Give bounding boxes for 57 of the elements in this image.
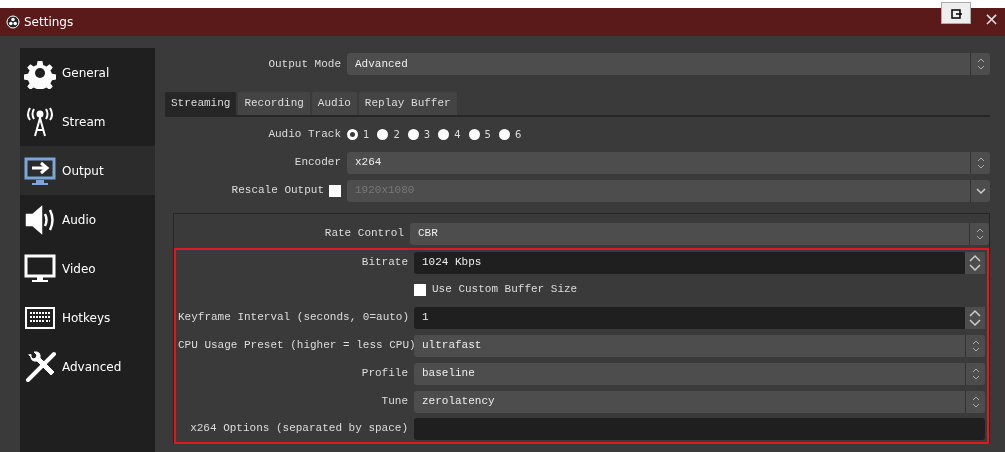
- sidebar-item[interactable]: Hotkeys: [20, 293, 155, 342]
- window-button[interactable]: [941, 2, 971, 24]
- exit-icon: [951, 9, 963, 19]
- antenna-icon: [24, 105, 56, 138]
- radio-option[interactable]: 1: [347, 127, 370, 142]
- up-down-arrows-icon: [971, 367, 980, 380]
- field-label: Output Mode: [267, 56, 342, 72]
- tab[interactable]: Streaming: [165, 92, 237, 115]
- checkbox-label: Use Custom Buffer Size: [432, 282, 578, 298]
- field-label: Profile: [360, 366, 409, 382]
- up-down-arrows-icon: [968, 308, 982, 327]
- up-down-arrows-icon: [971, 395, 980, 408]
- speaker-icon: [24, 203, 56, 236]
- close-button[interactable]: ×: [979, 10, 1003, 28]
- tab[interactable]: Audio: [311, 92, 357, 115]
- dropdown-field[interactable]: x264: [347, 151, 990, 174]
- up-down-arrows-icon: [976, 58, 985, 70]
- up-down-arrows-icon: [968, 253, 982, 272]
- dropdown-field[interactable]: Advanced: [347, 53, 990, 75]
- sidebar-item[interactable]: Output: [20, 146, 155, 195]
- dropdown-field[interactable]: CBR: [410, 222, 989, 245]
- radio-option[interactable]: 4: [438, 127, 461, 142]
- radio-option[interactable]: 2: [377, 127, 400, 142]
- field-label: Rescale Output: [231, 183, 324, 199]
- sidebar-item[interactable]: Video: [20, 244, 155, 293]
- text-field[interactable]: [414, 417, 985, 440]
- spin-field[interactable]: 1024 Kbps: [414, 251, 985, 274]
- field-label: CPU Usage Preset (higher = less CPU): [178, 338, 414, 354]
- up-down-arrows-icon: [975, 227, 984, 240]
- dropdown-field[interactable]: zerolatency: [414, 390, 985, 413]
- spin-field[interactable]: 1: [414, 306, 985, 329]
- monitor-icon: [24, 252, 56, 285]
- field-label: Rate Control: [323, 226, 405, 242]
- sidebar-item[interactable]: Audio: [20, 195, 155, 244]
- checkbox[interactable]: [414, 283, 426, 296]
- dropdown-field[interactable]: baseline: [414, 362, 985, 385]
- radio-option[interactable]: 5: [468, 127, 491, 142]
- field-label: Bitrate: [360, 255, 409, 271]
- dropdown-field[interactable]: ultrafast: [414, 334, 985, 357]
- radio-option[interactable]: 3: [407, 127, 431, 142]
- radio-option[interactable]: 6: [498, 127, 522, 142]
- up-down-arrows-icon: [976, 156, 985, 169]
- chevron-down-icon: [975, 186, 986, 195]
- field-label: Tune: [380, 394, 409, 410]
- tab[interactable]: Replay Buffer: [358, 92, 457, 115]
- sidebar-item[interactable]: General: [20, 48, 155, 97]
- field-label: Keyframe Interval (seconds, 0=auto): [178, 310, 411, 326]
- window-title: Settings: [24, 14, 74, 31]
- field-label: Encoder: [294, 155, 341, 171]
- field-label: x264 Options (separated by space): [189, 421, 409, 437]
- sidebar-item[interactable]: Advanced: [20, 342, 155, 391]
- tools-icon: [24, 350, 56, 383]
- field-label: Audio Track: [267, 127, 342, 143]
- app-logo-icon: [6, 15, 20, 29]
- sidebar-item[interactable]: Stream: [20, 97, 155, 146]
- tab[interactable]: Recording: [238, 92, 310, 115]
- up-down-arrows-icon: [971, 339, 980, 352]
